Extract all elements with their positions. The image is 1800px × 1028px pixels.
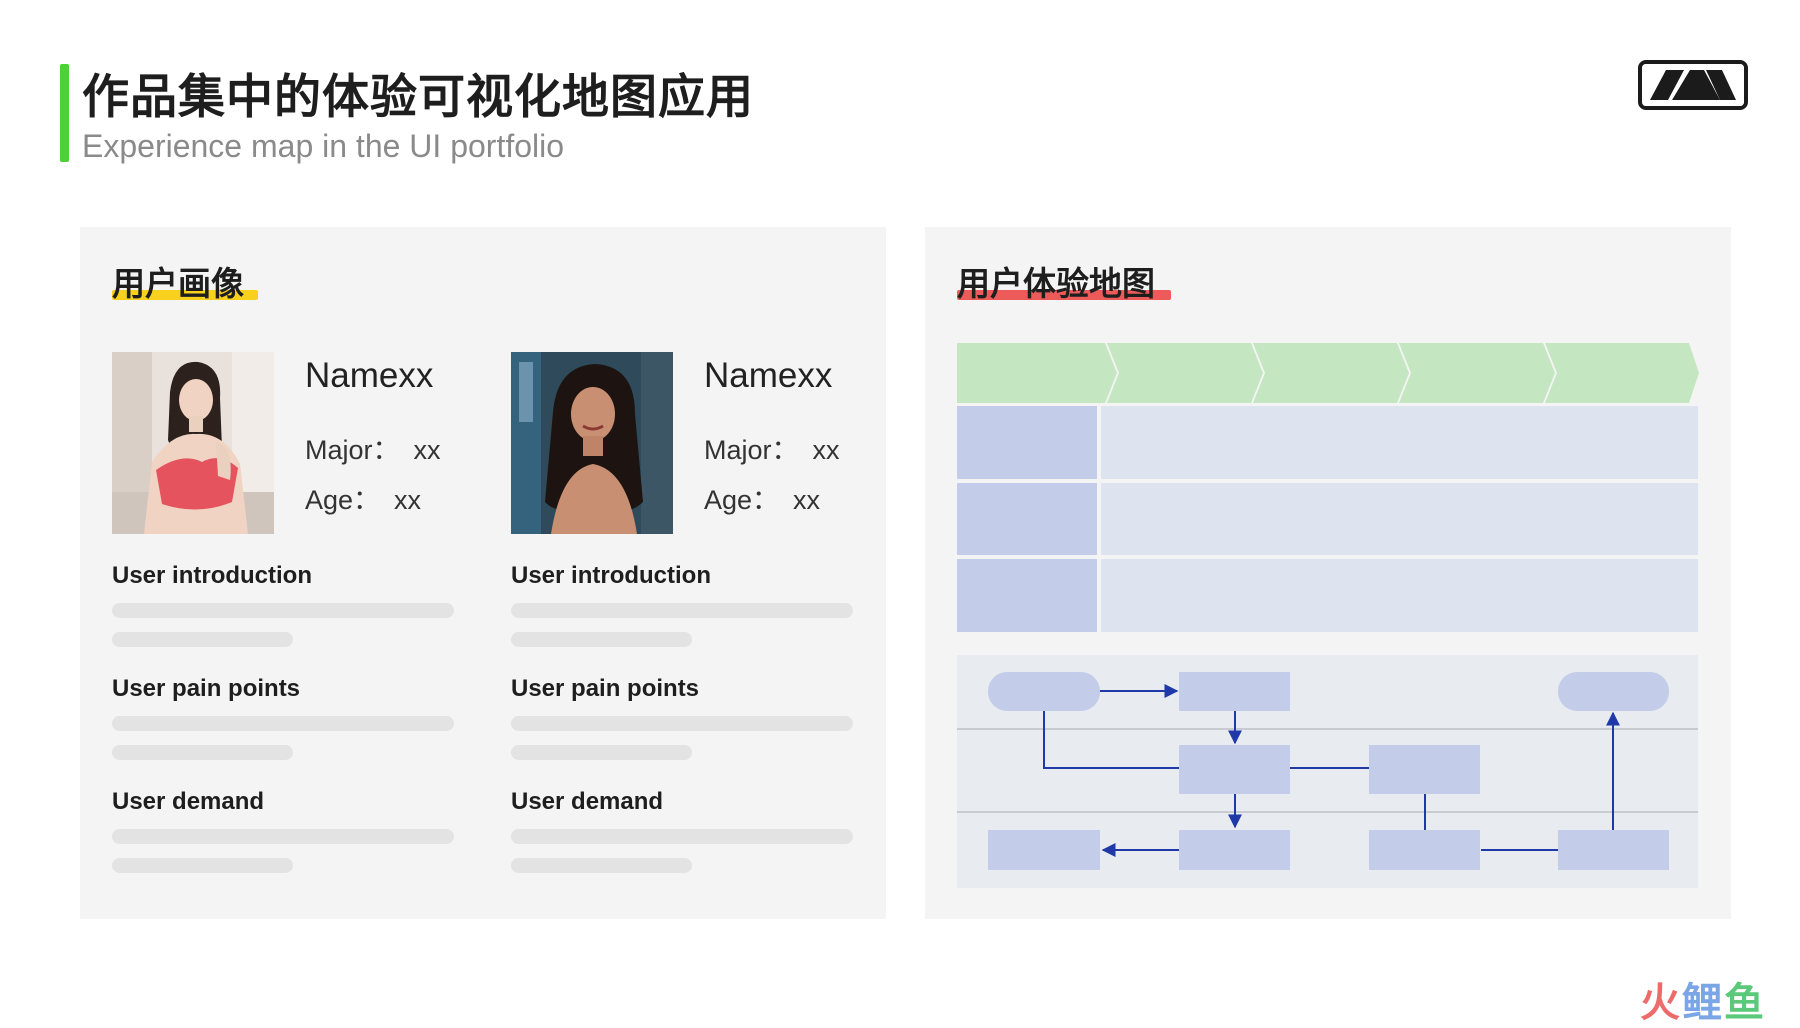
persona-age: Age： xx bbox=[305, 478, 421, 517]
placeholder-line bbox=[511, 603, 853, 618]
persona-major: Major： xx bbox=[305, 428, 441, 467]
watermark-char: 火 bbox=[1640, 980, 1682, 1026]
age-label: Age： bbox=[305, 485, 381, 515]
flow-end-node bbox=[1558, 672, 1669, 711]
persona-major: Major： xx bbox=[704, 428, 840, 467]
flow-node bbox=[988, 830, 1100, 870]
journey-stage bbox=[957, 343, 1117, 403]
watermark-char: 鱼 bbox=[1724, 980, 1766, 1026]
major-value: xx bbox=[812, 435, 840, 465]
flow-node bbox=[1369, 830, 1480, 870]
persona-name: Namexx bbox=[704, 356, 833, 395]
major-label: Major： bbox=[305, 435, 400, 465]
user-pain-points-label: User pain points bbox=[112, 675, 301, 702]
flow-node bbox=[1369, 745, 1480, 794]
journey-stage-row bbox=[957, 343, 1699, 403]
persona-name: Namexx bbox=[305, 356, 434, 395]
row-header-cell bbox=[957, 406, 1097, 479]
page-subtitle: Experience map in the UI portfolio bbox=[82, 128, 565, 164]
placeholder-line bbox=[112, 829, 454, 844]
experience-map-panel: 用户体验地图 bbox=[925, 227, 1731, 919]
row-body-cell bbox=[1101, 483, 1698, 555]
row-body-cell bbox=[1101, 559, 1698, 632]
watermark: 火鲤鱼 bbox=[1640, 970, 1766, 1028]
user-introduction-label: User introduction bbox=[112, 562, 313, 589]
placeholder-line bbox=[112, 858, 293, 873]
row-header-cell bbox=[957, 559, 1097, 632]
flow-diagram bbox=[957, 655, 1698, 888]
watermark-char: 鲤 bbox=[1682, 980, 1724, 1026]
map-section-title: 用户体验地图 bbox=[957, 264, 1155, 303]
brand-mountain-logo-icon bbox=[1638, 60, 1748, 110]
persona-section-title: 用户画像 bbox=[112, 264, 244, 303]
persona-card: Namexx Major： xx Age： xx User introduction… bbox=[511, 352, 856, 892]
journey-stage bbox=[1107, 343, 1263, 403]
user-demand-label: User demand bbox=[511, 788, 664, 815]
placeholder-line bbox=[112, 603, 454, 618]
age-label: Age： bbox=[704, 485, 780, 515]
journey-stage bbox=[1545, 343, 1699, 403]
placeholder-line bbox=[511, 716, 853, 731]
age-value: xx bbox=[394, 485, 422, 515]
flow-node bbox=[1179, 745, 1290, 794]
persona-avatar bbox=[112, 352, 274, 534]
persona-avatar bbox=[511, 352, 673, 534]
persona-card: Namexx Major： xx Age： xx User introduction… bbox=[112, 352, 457, 892]
placeholder-line bbox=[112, 632, 293, 647]
journey-map-graphic bbox=[957, 343, 1699, 888]
page-title: 作品集中的体验可视化地图应用 bbox=[82, 70, 754, 125]
flow-node bbox=[1558, 830, 1669, 870]
user-introduction-label: User introduction bbox=[511, 562, 712, 589]
journey-stage bbox=[1399, 343, 1555, 403]
row-body-cell bbox=[1101, 406, 1698, 479]
placeholder-line bbox=[511, 858, 692, 873]
age-value: xx bbox=[793, 485, 821, 515]
title-accent-bar bbox=[60, 64, 69, 162]
row-header-cell bbox=[957, 483, 1097, 555]
placeholder-line bbox=[112, 745, 293, 760]
user-pain-points-label: User pain points bbox=[511, 675, 700, 702]
major-label: Major： bbox=[704, 435, 799, 465]
journey-grid bbox=[957, 406, 1698, 632]
user-persona-panel: 用户画像 Namexx Major：xx Age：xx User intro bbox=[80, 227, 886, 919]
persona-age: Age： xx bbox=[704, 478, 820, 517]
flow-node bbox=[1179, 672, 1290, 711]
placeholder-line bbox=[511, 632, 692, 647]
flow-node bbox=[1179, 830, 1290, 870]
flow-start-node bbox=[988, 672, 1100, 711]
user-demand-label: User demand bbox=[112, 788, 265, 815]
placeholder-line bbox=[511, 745, 692, 760]
placeholder-line bbox=[112, 716, 454, 731]
major-value: xx bbox=[413, 435, 441, 465]
placeholder-line bbox=[511, 829, 853, 844]
journey-stage bbox=[1253, 343, 1409, 403]
